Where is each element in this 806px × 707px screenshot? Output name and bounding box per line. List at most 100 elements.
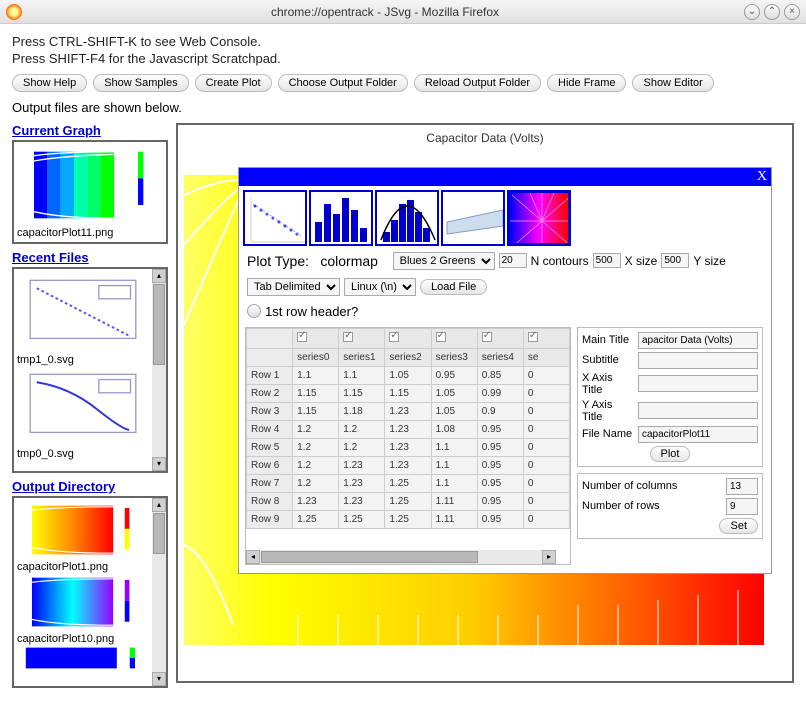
minimize-button[interactable]: ⌄ [744,4,760,20]
data-cell[interactable]: 1.2 [339,438,385,456]
maximize-button[interactable]: ⌃ [764,4,780,20]
data-cell[interactable]: 1.05 [385,366,431,384]
recent-thumb[interactable] [17,366,149,446]
data-cell[interactable]: 0.95 [431,366,477,384]
data-cell[interactable]: 0.95 [477,474,523,492]
scroll-up-icon[interactable]: ▴ [152,498,166,512]
row-header[interactable]: Row 9 [247,510,293,528]
num-rows-input[interactable] [726,498,758,515]
row-header[interactable]: Row 1 [247,366,293,384]
data-cell[interactable]: 1.23 [293,492,339,510]
grid-scrollbar-h[interactable]: ◂ ▸ [246,550,556,564]
data-cell[interactable]: 0 [523,492,569,510]
data-cell[interactable]: 1.23 [339,492,385,510]
series-check-icon[interactable] [436,332,446,342]
data-cell[interactable]: 1.23 [385,438,431,456]
data-cell[interactable]: 1.25 [385,474,431,492]
data-cell[interactable]: 1.1 [431,474,477,492]
data-cell[interactable]: 1.15 [339,384,385,402]
data-cell[interactable]: 0.95 [477,456,523,474]
reload-output-folder-button[interactable]: Reload Output Folder [414,74,541,92]
row-header[interactable]: Row 6 [247,456,293,474]
recent-files-title[interactable]: Recent Files [12,250,168,265]
data-cell[interactable]: 1.23 [385,456,431,474]
data-cell[interactable]: 1.2 [293,456,339,474]
show-editor-button[interactable]: Show Editor [632,74,713,92]
data-cell[interactable]: 1.05 [431,384,477,402]
scroll-down-icon[interactable]: ▾ [152,672,166,686]
output-dir-title[interactable]: Output Directory [12,479,168,494]
data-cell[interactable]: 0.99 [477,384,523,402]
load-file-button[interactable]: Load File [420,279,487,295]
data-cell[interactable]: 1.25 [339,510,385,528]
data-cell[interactable]: 1.15 [293,384,339,402]
series-header[interactable]: series4 [477,348,523,366]
data-cell[interactable]: 1.1 [339,366,385,384]
data-cell[interactable]: 1.23 [339,456,385,474]
chart-type-scatter[interactable] [243,190,307,246]
filename-input[interactable] [638,426,758,443]
output-thumb[interactable] [17,573,149,631]
current-graph-thumb[interactable] [17,145,163,225]
row-header[interactable]: Row 3 [247,402,293,420]
data-cell[interactable]: 1.2 [293,474,339,492]
first-row-checkbox[interactable] [247,304,261,318]
delimiter-select[interactable]: Tab Delimited [247,278,340,296]
data-cell[interactable]: 1.25 [385,492,431,510]
scroll-thumb[interactable] [153,513,165,554]
scroll-down-icon[interactable]: ▾ [152,457,166,471]
subtitle-input[interactable] [638,352,758,369]
output-scrollbar[interactable]: ▴ ▾ [152,498,166,686]
num-cols-input[interactable] [726,478,758,495]
output-thumb[interactable] [17,501,149,559]
output-thumb[interactable] [17,645,149,671]
lineend-select[interactable]: Linux (\n) [344,278,416,296]
data-cell[interactable]: 0 [523,402,569,420]
n-contours-input[interactable] [499,253,527,268]
close-button[interactable]: × [784,4,800,20]
data-cell[interactable]: 0 [523,420,569,438]
plot-button[interactable]: Plot [650,446,691,462]
data-cell[interactable]: 1.25 [293,510,339,528]
data-cell[interactable]: 0.9 [477,402,523,420]
data-cell[interactable]: 1.1 [293,366,339,384]
show-help-button[interactable]: Show Help [12,74,87,92]
series-check-icon[interactable] [482,332,492,342]
data-cell[interactable]: 0.85 [477,366,523,384]
data-cell[interactable]: 1.08 [431,420,477,438]
data-cell[interactable]: 1.15 [293,402,339,420]
hide-frame-button[interactable]: Hide Frame [547,74,626,92]
data-cell[interactable]: 1.1 [431,456,477,474]
data-cell[interactable]: 1.2 [293,438,339,456]
series-header[interactable]: series1 [339,348,385,366]
current-graph-title[interactable]: Current Graph [12,123,168,138]
data-cell[interactable]: 0 [523,366,569,384]
data-cell[interactable]: 1.23 [339,474,385,492]
scroll-left-icon[interactable]: ◂ [246,550,260,564]
row-header[interactable]: Row 2 [247,384,293,402]
data-grid[interactable]: series0series1series2series3series4seRow… [245,327,571,565]
series-header[interactable]: series2 [385,348,431,366]
scroll-thumb[interactable] [153,284,165,365]
editor-titlebar[interactable]: X [239,168,771,186]
series-check-icon[interactable] [343,332,353,342]
data-cell[interactable]: 1.1 [431,438,477,456]
data-cell[interactable]: 0 [523,474,569,492]
series-header[interactable]: se [523,348,569,366]
chart-type-histogram[interactable] [375,190,439,246]
series-header[interactable]: series0 [293,348,339,366]
main-title-input[interactable] [638,332,758,349]
chart-type-contour[interactable] [441,190,505,246]
chart-type-colormap[interactable] [507,190,571,246]
ysize-input[interactable] [661,253,689,268]
xsize-input[interactable] [593,253,621,268]
row-header[interactable]: Row 5 [247,438,293,456]
data-cell[interactable]: 1.23 [385,420,431,438]
scroll-right-icon[interactable]: ▸ [542,550,556,564]
colormap-select[interactable]: Blues 2 Greens [393,252,495,270]
data-cell[interactable]: 1.18 [339,402,385,420]
data-cell[interactable]: 1.23 [385,402,431,420]
data-cell[interactable]: 0.95 [477,420,523,438]
data-cell[interactable]: 1.11 [431,510,477,528]
row-header[interactable]: Row 8 [247,492,293,510]
